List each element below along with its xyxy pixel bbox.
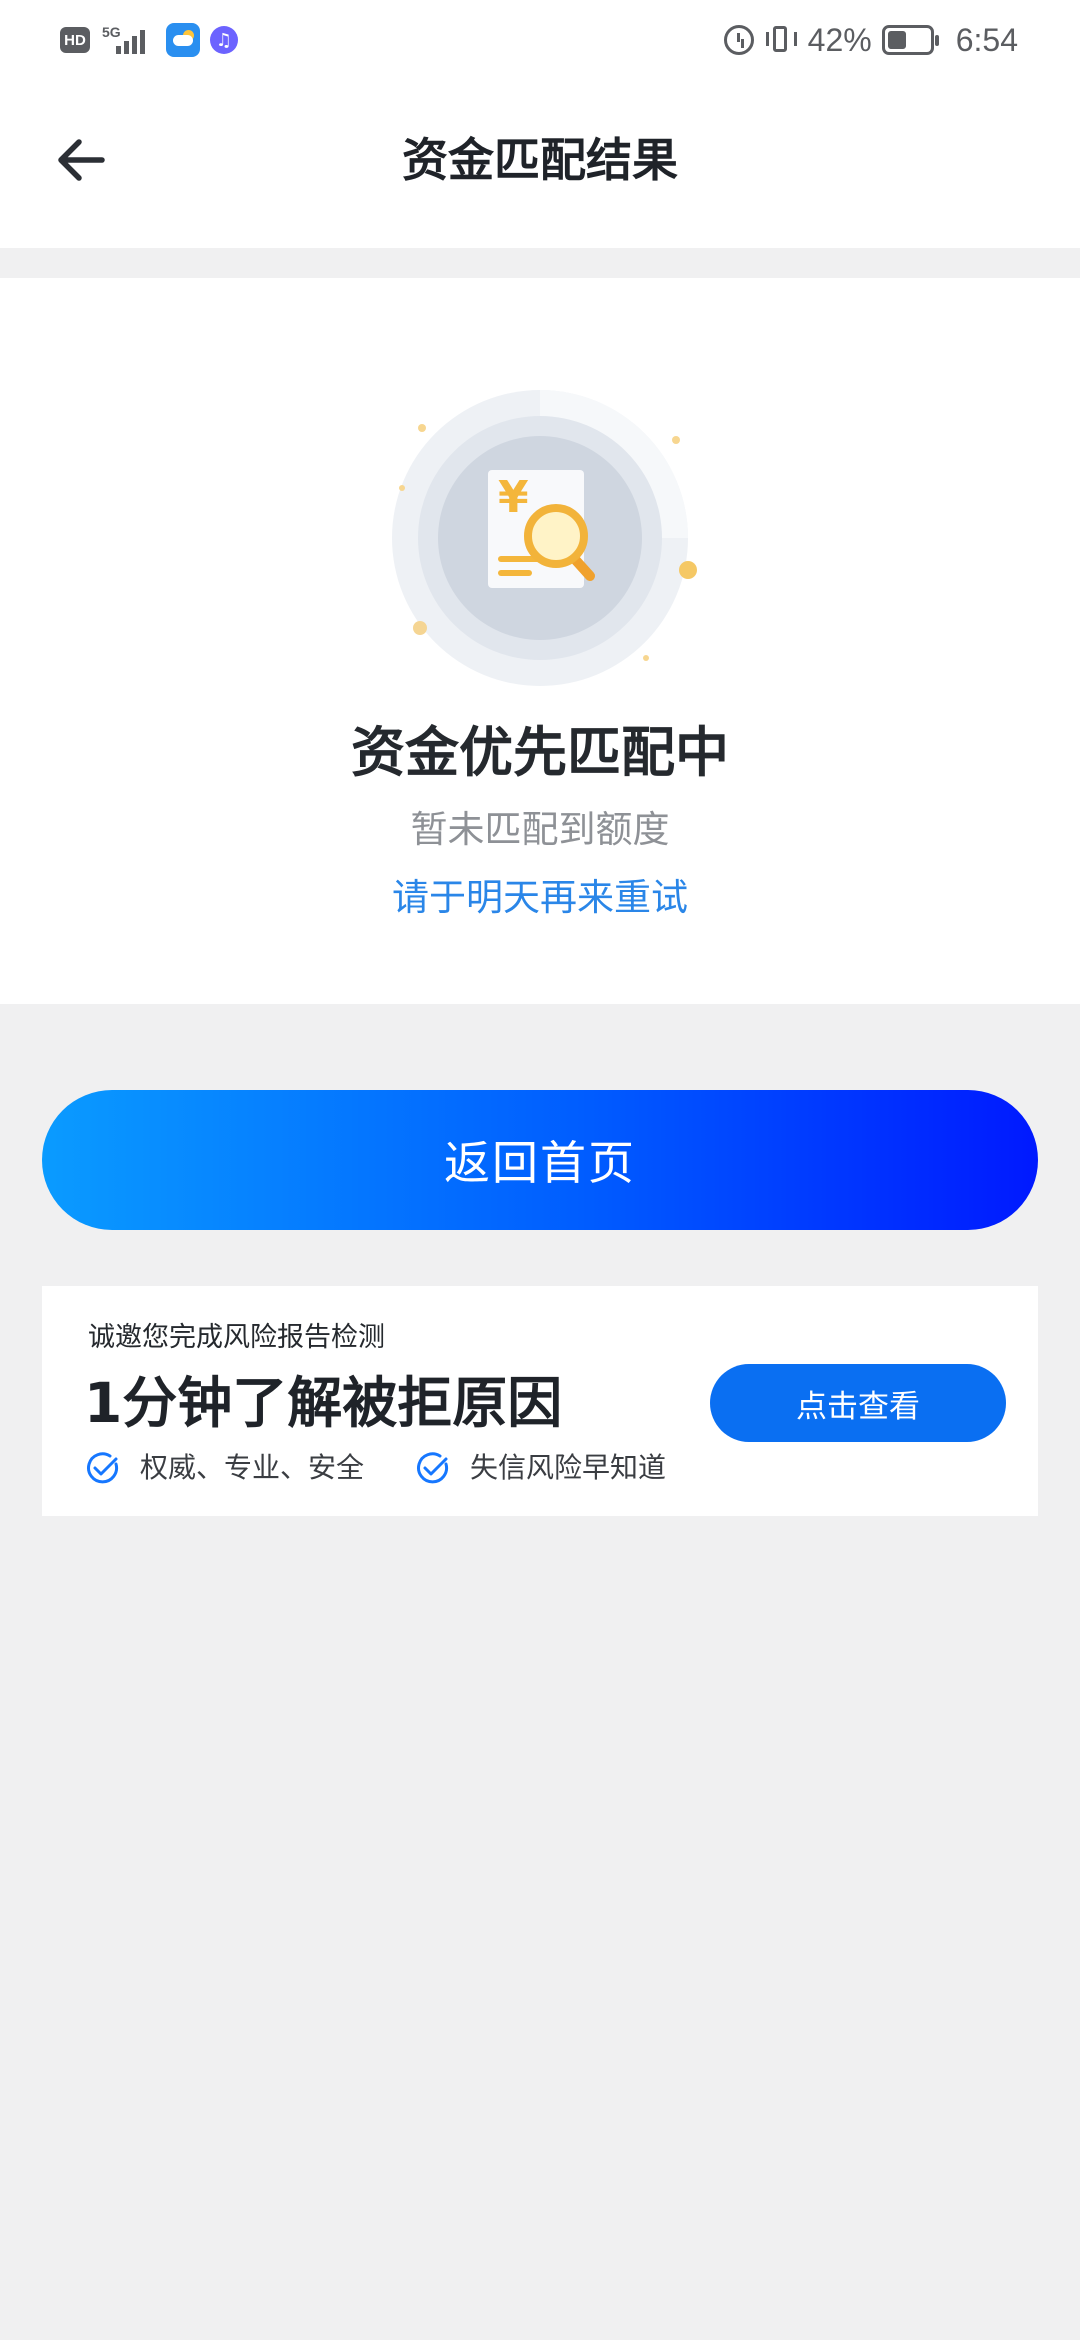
retry-tip: 请于明天再来重试 [392, 876, 688, 919]
vibrate-icon [764, 24, 798, 56]
promo-headline: 1分钟了解被拒原因 [84, 1371, 563, 1435]
feature-item: 权威、专业、安全 [86, 1448, 364, 1488]
result-subtitle: 暂未匹配到额度 [410, 808, 670, 851]
nav-bar: 资金匹配结果 [0, 80, 1080, 248]
page-title: 资金匹配结果 [402, 133, 678, 187]
status-right: 42% 6:54 [723, 18, 1018, 62]
battery-percent: 42% [807, 21, 872, 58]
search-document-illustration: ¥ [392, 390, 697, 686]
alarm-icon [723, 25, 754, 55]
check-circle-icon [87, 1452, 119, 1484]
check-circle-icon [417, 1452, 449, 1484]
signal-icon: 5G [100, 22, 156, 58]
result-card: ¥ 资金优先匹配中 暂未匹配到额度 请于明天再来重试 [0, 278, 1080, 1004]
status-left: HD 5G ♫ [60, 20, 238, 60]
battery-icon [881, 25, 939, 55]
hd-badge: HD [60, 27, 90, 53]
music-app-icon: ♫ [210, 26, 238, 54]
clock: 6:54 [955, 21, 1018, 58]
result-title: 资金优先匹配中 [351, 721, 729, 784]
promo-invite-text: 诚邀您完成风险报告检测 [88, 1322, 385, 1353]
feature-item: 失信风险早知道 [416, 1448, 666, 1488]
view-report-button[interactable]: 点击查看 [710, 1364, 1006, 1442]
weather-app-icon [166, 23, 200, 57]
yen-symbol: ¥ [498, 472, 529, 523]
risk-report-card: 诚邀您完成风险报告检测 1分钟了解被拒原因 权威、专业、安全 失信风险早知道 点… [42, 1286, 1038, 1516]
feature-label: 权威、专业、安全 [140, 1451, 365, 1484]
feature-label: 失信风险早知道 [470, 1451, 667, 1484]
status-bar: HD 5G ♫ 42% 6:54 [0, 0, 1080, 80]
promo-features: 权威、专业、安全 失信风险早知道 [86, 1448, 666, 1488]
back-home-button[interactable]: 返回首页 [42, 1090, 1038, 1230]
